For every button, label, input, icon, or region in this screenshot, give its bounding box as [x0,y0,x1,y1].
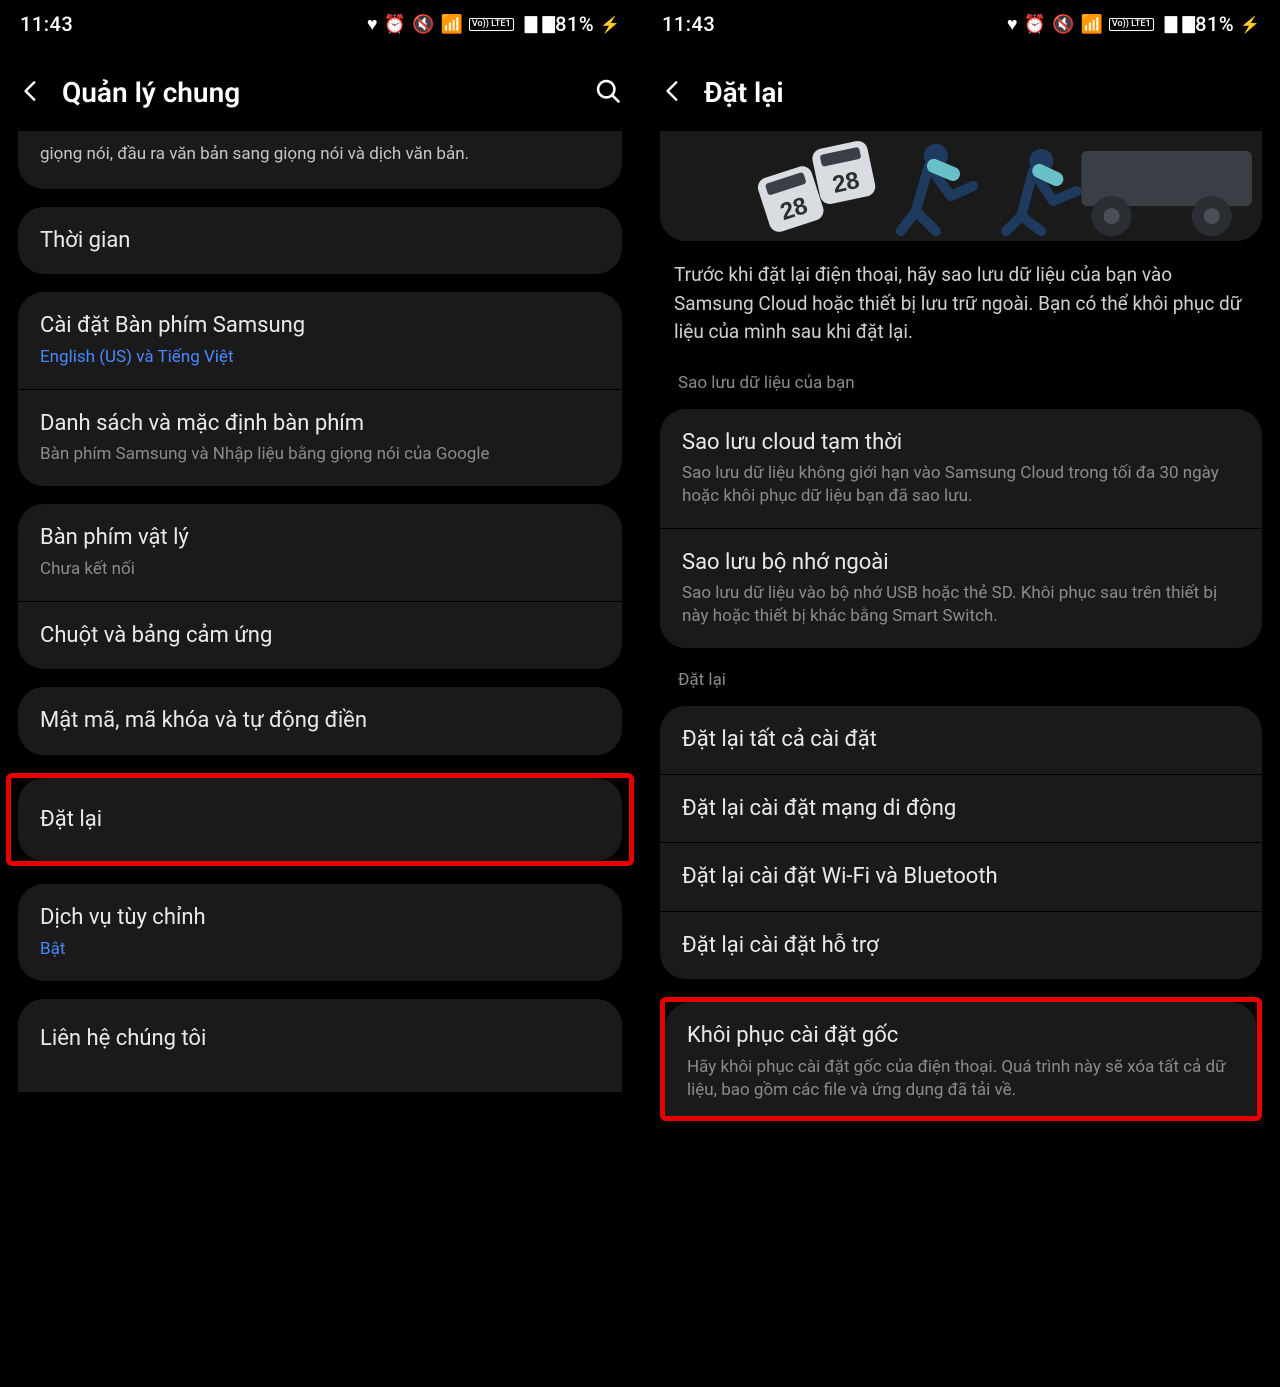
illustration: 28 28 [660,131,1262,241]
back-button[interactable] [660,78,686,108]
page-title: Quản lý chung [62,76,576,109]
alarm-icon [1024,14,1046,35]
item-physical-keyboard[interactable]: Bàn phím vật lý Chưa kết nối [18,504,622,600]
item-reset-accessibility[interactable]: Đặt lại cài đặt hỗ trợ [660,912,1262,980]
reset-description: Trước khi đặt lại điện thoại, hãy sao lư… [648,255,1274,369]
item-samsung-keyboard[interactable]: Cài đặt Bàn phím Samsung English (US) và… [18,292,622,388]
section-backup: Sao lưu dữ liệu của bạn [648,369,1274,403]
header: Quản lý chung [0,48,640,131]
item-customization-service[interactable]: Dịch vụ tùy chỉnh Bật [18,884,622,980]
signal-icon [520,16,532,33]
battery-text: 81% [1195,12,1234,36]
partial-item[interactable]: giọng nói, đầu ra văn bản sang giọng nói… [18,131,622,189]
status-time: 11:43 [20,12,73,36]
item-backup-external[interactable]: Sao lưu bộ nhớ ngoài Sao lưu dữ liệu vào… [660,529,1262,648]
lte-badge: Vo)) LTE1 [1109,18,1154,31]
phone-right: 11:43 Vo)) LTE1 81% Đặt lại [640,0,1280,1387]
page-title: Đặt lại [704,76,1262,109]
phone-left: 11:43 Vo)) LTE1 81% Quản lý chung [0,0,640,1387]
svg-text:28: 28 [830,167,862,199]
item-reset-mobile-network[interactable]: Đặt lại cài đặt mạng di động [660,775,1262,843]
heart-icon [1007,14,1018,35]
highlight-reset: Đặt lại [6,773,634,867]
charging-icon [600,15,620,34]
charging-icon [1240,15,1260,34]
item-mouse-trackpad[interactable]: Chuột và bảng cảm ứng [18,602,622,670]
status-bar: 11:43 Vo)) LTE1 81% [0,0,640,48]
mute-icon [412,14,434,35]
back-button[interactable] [18,78,44,108]
search-button[interactable] [594,77,622,109]
item-factory-reset[interactable]: Khôi phục cài đặt gốc Hãy khôi phục cài … [665,1002,1257,1115]
partial-text: giọng nói, đầu ra văn bản sang giọng nói… [40,143,600,167]
lte-badge: Vo)) LTE1 [469,18,514,31]
item-passwords[interactable]: Mật mã, mã khóa và tự động điền [18,687,622,755]
item-reset[interactable]: Đặt lại [18,778,622,862]
header: Đặt lại [642,48,1280,131]
wifi-icon [1080,14,1102,35]
signal-icon-2 [1177,16,1189,33]
highlight-factory-reset: Khôi phục cài đặt gốc Hãy khôi phục cài … [660,997,1262,1120]
battery-text: 81% [555,12,594,36]
status-bar: 11:43 Vo)) LTE1 81% [642,0,1280,48]
item-keyboard-list[interactable]: Danh sách và mặc định bàn phím Bàn phím … [18,390,622,486]
item-contact-us[interactable]: Liên hệ chúng tôi [18,999,622,1093]
status-time: 11:43 [662,12,715,36]
alarm-icon [384,14,406,35]
item-reset-wifi-bluetooth[interactable]: Đặt lại cài đặt Wi-Fi và Bluetooth [660,843,1262,911]
status-icons: Vo)) LTE1 81% [1007,12,1260,36]
item-reset-all-settings[interactable]: Đặt lại tất cả cài đặt [660,706,1262,774]
signal-icon [1160,16,1172,33]
wifi-icon [440,14,462,35]
status-icons: Vo)) LTE1 81% [367,12,620,36]
mute-icon [1052,14,1074,35]
item-time[interactable]: Thời gian [18,207,622,275]
signal-icon-2 [537,16,549,33]
heart-icon [367,14,378,35]
item-backup-cloud[interactable]: Sao lưu cloud tạm thời Sao lưu dữ liệu k… [660,409,1262,528]
section-reset: Đặt lại [648,666,1274,700]
